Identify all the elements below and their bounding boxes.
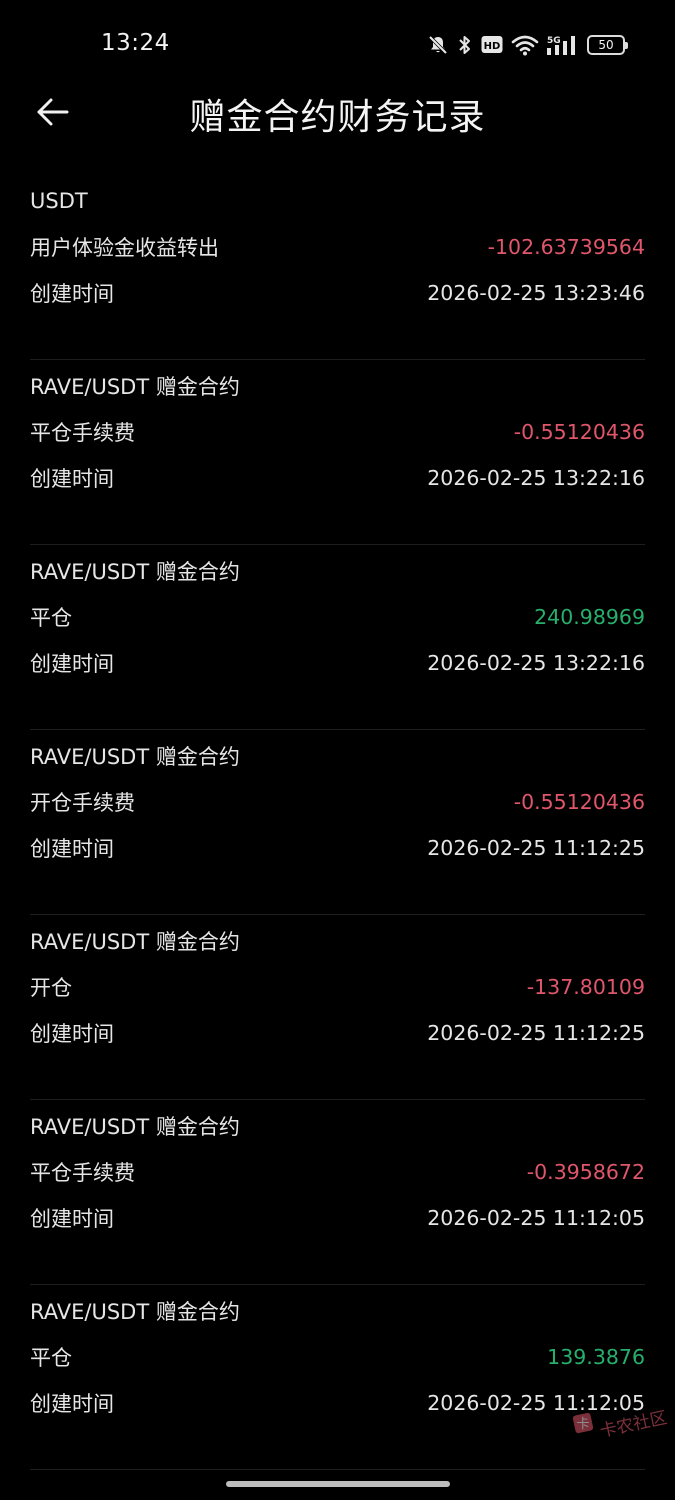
record-pair: RAVE/USDT 赠金合约 xyxy=(30,560,240,584)
record-pair: RAVE/USDT 赠金合约 xyxy=(30,745,240,769)
record-amount: 139.3876 xyxy=(547,1345,645,1369)
record-type: 开仓 xyxy=(30,976,72,1000)
header: 赠金合约财务记录 xyxy=(0,80,675,144)
record-time-label: 创建时间 xyxy=(30,1207,114,1231)
record-time: 2026-02-25 13:22:16 xyxy=(427,466,645,490)
page-title: 赠金合约财务记录 xyxy=(189,97,486,138)
battery-icon: 50 xyxy=(587,35,628,55)
svg-text:卡: 卡 xyxy=(576,1417,589,1432)
record-item[interactable]: RAVE/USDT 赠金合约 平仓 240.98969 创建时间 2026-02-2… xyxy=(30,545,645,730)
record-item[interactable]: USDT 用户体验金收益转出 -102.63739564 创建时间 2026-02-… xyxy=(30,175,645,360)
record-time: 2026-02-25 13:22:16 xyxy=(427,651,645,675)
record-pair: RAVE/USDT 赠金合约 xyxy=(30,1300,240,1324)
record-amount: -0.55120436 xyxy=(513,790,645,814)
record-item[interactable]: RAVE/USDT 赠金合约 开仓 -137.80109 创建时间 2026-02-… xyxy=(30,915,645,1100)
record-amount: -0.3958672 xyxy=(526,1160,645,1184)
record-time: 2026-02-25 11:12:05 xyxy=(427,1206,645,1230)
hd-label: HD xyxy=(484,41,501,52)
record-amount: 240.98969 xyxy=(534,605,645,629)
record-type: 平仓手续费 xyxy=(30,421,135,445)
record-amount: -0.55120436 xyxy=(513,420,645,444)
record-type: 平仓 xyxy=(30,1346,72,1370)
record-item[interactable]: RAVE/USDT 赠金合约 开仓手续费 -0.55120436 创建时间 2026… xyxy=(30,730,645,915)
record-time: 2026-02-25 11:12:25 xyxy=(427,836,645,860)
battery-level: 50 xyxy=(598,38,614,52)
mute-icon xyxy=(427,34,449,56)
network-label: 5G xyxy=(547,36,561,46)
record-item[interactable]: RAVE/USDT 赠金合约 平仓手续费 -0.3958672 创建时间 2026-… xyxy=(30,1100,645,1285)
signal-icon: 5G xyxy=(547,34,579,56)
record-type: 平仓手续费 xyxy=(30,1161,135,1185)
record-item[interactable]: RAVE/USDT 赠金合约 平仓 139.3876 创建时间 2026-02-25… xyxy=(30,1285,645,1470)
record-type: 用户体验金收益转出 xyxy=(30,236,219,260)
record-time-label: 创建时间 xyxy=(30,467,114,491)
kanong-logo-icon: 卡 xyxy=(572,1412,594,1433)
record-list: USDT 用户体验金收益转出 -102.63739564 创建时间 2026-02-… xyxy=(30,175,645,1470)
record-time: 2026-02-25 11:12:25 xyxy=(427,1021,645,1045)
record-pair: RAVE/USDT 赠金合约 xyxy=(30,375,240,399)
bluetooth-icon xyxy=(457,34,473,56)
home-indicator[interactable] xyxy=(226,1481,450,1487)
hd-icon: HD xyxy=(481,35,503,55)
record-time-label: 创建时间 xyxy=(30,1392,114,1416)
record-amount: -102.63739564 xyxy=(487,235,645,259)
status-time: 13:24 xyxy=(101,30,170,56)
record-type: 开仓手续费 xyxy=(30,791,135,815)
record-pair: RAVE/USDT 赠金合约 xyxy=(30,1115,240,1139)
record-item[interactable]: RAVE/USDT 赠金合约 平仓手续费 -0.55120436 创建时间 2026… xyxy=(30,360,645,545)
record-time-label: 创建时间 xyxy=(30,652,114,676)
record-pair: USDT xyxy=(30,189,88,213)
watermark: 卡 卡农社区 xyxy=(571,1408,669,1442)
record-time-label: 创建时间 xyxy=(30,837,114,861)
wifi-icon xyxy=(511,34,539,56)
status-bar: 13:24 HD 5G 50 xyxy=(0,0,675,90)
record-pair: RAVE/USDT 赠金合约 xyxy=(30,930,240,954)
status-icons: HD 5G 50 xyxy=(427,32,628,58)
record-time-label: 创建时间 xyxy=(30,1022,114,1046)
record-time-label: 创建时间 xyxy=(30,282,114,306)
record-type: 平仓 xyxy=(30,606,72,630)
record-amount: -137.80109 xyxy=(526,975,645,999)
record-time: 2026-02-25 13:23:46 xyxy=(427,281,645,305)
